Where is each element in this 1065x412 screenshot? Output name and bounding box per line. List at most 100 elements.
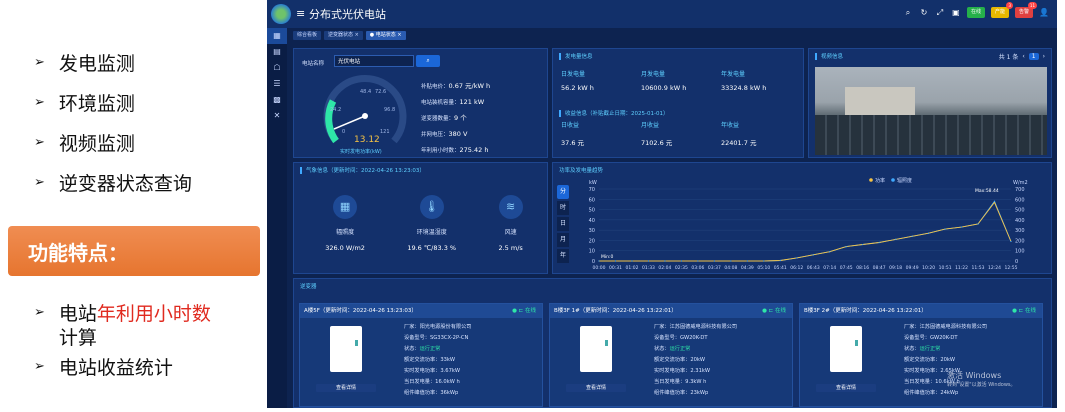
gauge-tick: 121 — [380, 129, 390, 135]
tab-hour[interactable]: 时 — [557, 201, 569, 215]
page-number[interactable]: 1 — [1028, 53, 1039, 60]
legend-irradiance-swatch — [891, 178, 895, 182]
x-tick: 07:45 — [840, 265, 853, 271]
irradiance-point — [977, 223, 979, 225]
inverter-field: 当日发电量：9.3kW h — [654, 379, 707, 385]
online-status: ● ⊏ 在线 — [512, 308, 536, 314]
y-tick-left: 50 — [589, 208, 595, 214]
video-pager: 共 1 条 ‹ 1 › — [998, 53, 1045, 61]
tab-station[interactable]: ● 电站状态 × — [365, 31, 406, 40]
inverter-image — [830, 326, 862, 372]
camera-feed[interactable] — [815, 67, 1047, 155]
irradiance-item: ▦ 辐照度 326.0 W/m2 — [325, 195, 365, 252]
screen-icon[interactable]: ▣ — [951, 8, 961, 18]
inverter-field: 设备型号：GW20K-DT — [904, 335, 958, 341]
online-badge[interactable]: 在线 — [966, 7, 985, 18]
search-button[interactable]: ⌕ — [416, 55, 440, 67]
inverter-field: 组件峰值功率：23kWp — [654, 390, 709, 396]
power-point — [993, 201, 996, 203]
field-hours: 年利用小时数：275.42 h — [421, 146, 489, 154]
chart-title: 功率及发电量趋势 — [559, 168, 604, 174]
station-name-input[interactable] — [334, 55, 414, 67]
gauge-tick: 96.8 — [384, 107, 395, 113]
sidebar-list-icon[interactable]: ☰ — [267, 76, 287, 92]
y-tick-right: 700 — [1015, 187, 1025, 193]
station-panel: 电站名称 ⌕ 48.4 24.2 96.8 0 121 72.6 13.12 实… — [293, 48, 548, 158]
sidebar-grid-icon[interactable]: ▩ — [267, 92, 287, 108]
user-icon[interactable]: 👤 — [1039, 8, 1049, 18]
tab-inverter[interactable]: 逆变器状态 × — [324, 31, 363, 40]
menu-icon[interactable]: ≡ — [296, 7, 305, 20]
x-tick: 05:41 — [774, 265, 787, 271]
video-panel: 视频信息 共 1 条 ‹ 1 › — [808, 48, 1052, 158]
field-capacity: 电站装机容量：121 kW — [421, 98, 485, 106]
bullet-3: ➢ 视频监测 — [34, 133, 135, 155]
sidebar-doc-icon[interactable]: ▤ — [267, 44, 287, 60]
view-detail-button[interactable]: 查看详情 — [566, 384, 626, 392]
refresh-icon[interactable]: ↻ — [919, 8, 929, 18]
x-tick: 05:10 — [757, 265, 770, 271]
view-detail-button[interactable]: 查看详情 — [316, 384, 376, 392]
max-annotation: Max:58.44 — [975, 188, 999, 194]
tab-month[interactable]: 月 — [557, 233, 569, 247]
x-tick: 10:51 — [939, 265, 952, 271]
alarm-badge[interactable]: 告警 11 — [1014, 2, 1037, 18]
inverter-panel: 逆变器 A楼5F（更新时间：2022-04-26 13:23:03） ● ⊏ 在线… — [293, 278, 1052, 408]
irradiance-point — [713, 260, 715, 262]
rev-month: 月收益 7102.6 元 — [641, 122, 673, 147]
inverter-field: 额定交流功率：33kW — [404, 357, 456, 363]
y-tick-left: 40 — [589, 218, 595, 224]
view-detail-button[interactable]: 查看详情 — [816, 384, 876, 392]
inverter-fields: 厂家：阳光电源股份有限公司 设备型号：SG33CX-2P-CN 状态：运行正常 额定交… — [404, 322, 471, 399]
irradiance-point — [911, 235, 913, 237]
wind-icon: ≋ — [498, 195, 523, 219]
irradiance-point — [928, 232, 930, 234]
inverter-field: 状态：运行正常 — [404, 346, 441, 352]
y-tick-right: 0 — [1015, 259, 1018, 265]
search-icon[interactable]: ⌕ — [903, 8, 913, 18]
gauge-label: 实时发电功率(kW) — [340, 148, 382, 155]
irradiance-point — [944, 228, 946, 230]
tab-day[interactable]: 日 — [557, 217, 569, 231]
app-title: 分布式光伏电站 — [309, 8, 386, 21]
trend-panel: 功率及发电量趋势 分 时 日 月 年 0 0 10 100 20 200 30 300 40 40… — [552, 162, 1052, 274]
irradiance-point — [812, 254, 814, 256]
series-irradiance — [599, 200, 1012, 262]
online-status: ● ⊏ 在线 — [1012, 308, 1036, 314]
thermometer-icon: 🌡 — [419, 195, 444, 219]
inverter-image — [330, 326, 362, 372]
inverter-card: B楼3F 2#（更新时间：2022-04-26 13:22:01） ● ⊏ 在线 … — [799, 303, 1043, 407]
x-tick: 01:02 — [625, 265, 638, 271]
sidebar-tools-icon[interactable]: ✕ — [267, 108, 287, 124]
legend-power-swatch — [869, 178, 873, 182]
capacity-badge[interactable]: 产能 3 — [990, 2, 1013, 18]
fullscreen-icon[interactable]: ⤢ — [935, 8, 945, 18]
x-tick: 01:33 — [642, 265, 655, 271]
tab-overview[interactable]: 综合看板 — [293, 31, 322, 40]
power-gauge: 48.4 24.2 96.8 0 121 72.6 13.12 实时发电功率(k… — [323, 74, 407, 155]
irradiance-point — [960, 226, 963, 228]
sidebar-monitor-icon[interactable]: ☖ — [267, 60, 287, 76]
irradiance-point — [664, 260, 666, 262]
y-tick-left: 0 — [592, 259, 595, 265]
x-tick: 08:16 — [856, 265, 869, 271]
sidebar-home-icon[interactable]: ▦ — [267, 28, 287, 44]
tab-year[interactable]: 年 — [557, 249, 569, 263]
x-tick: 06:43 — [807, 265, 820, 271]
gauge-tick: 0 — [342, 129, 345, 135]
sidebar: ▦ ▤ ☖ ☰ ▩ ✕ — [267, 28, 287, 408]
x-tick: 08:47 — [873, 265, 886, 271]
next-page-icon[interactable]: › — [1043, 53, 1045, 60]
online-status: ● ⊏ 在线 — [762, 308, 786, 314]
weather-panel: 气象信息（更新时间：2022-04-26 13:23:03） ▦ 辐照度 326.0… — [293, 162, 548, 274]
field-inverters: 逆变器数量：9 个 — [421, 114, 467, 122]
irradiance-point — [647, 260, 650, 262]
y-tick-right: 600 — [1015, 197, 1025, 203]
inverter-field: 状态：运行正常 — [904, 346, 941, 352]
x-tick: 12:24 — [988, 265, 1001, 271]
tab-minute[interactable]: 分 — [557, 185, 569, 199]
prev-page-icon[interactable]: ‹ — [1022, 53, 1024, 60]
x-tick: 11:22 — [955, 265, 968, 271]
field-subsidy: 补贴电价：0.67 元/kW h — [421, 82, 491, 90]
gauge-tick: 24.2 — [330, 107, 341, 113]
